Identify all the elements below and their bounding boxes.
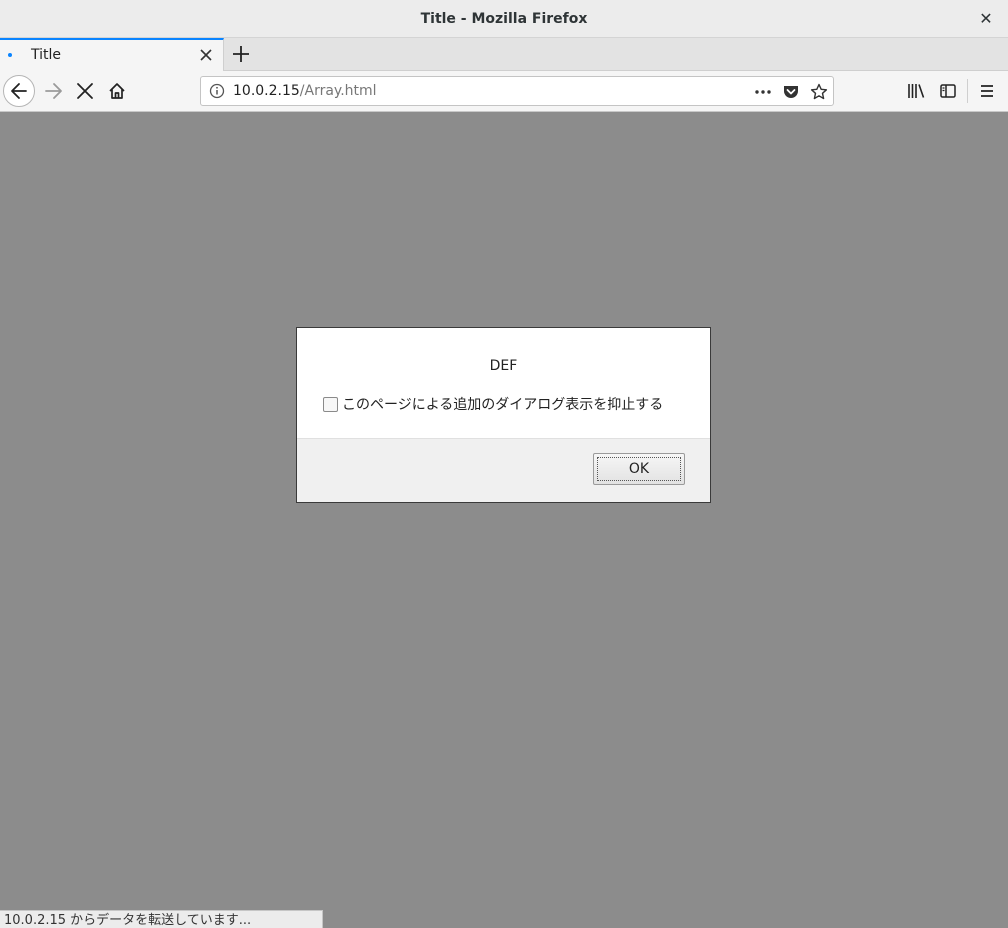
window-close-button[interactable]: ✕ (976, 9, 996, 29)
stop-icon[interactable] (69, 75, 101, 107)
new-tab-icon[interactable] (230, 43, 252, 65)
menu-icon[interactable] (971, 75, 1003, 107)
bookmark-star-icon[interactable] (809, 82, 829, 102)
back-icon[interactable] (3, 75, 35, 107)
tab-strip: Title (0, 38, 1008, 71)
suppress-dialogs-option[interactable]: このページによる追加のダイアログ表示を抑止する (323, 394, 663, 414)
url-host: 10.0.2.15 (233, 83, 300, 99)
navigation-toolbar: 10.0.2.15/Array.html (0, 71, 1008, 112)
window-titlebar: Title - Mozilla Firefox ✕ (0, 0, 1008, 38)
sidebar-icon[interactable] (932, 75, 964, 107)
suppress-dialogs-label[interactable]: このページによる追加のダイアログ表示を抑止する (342, 394, 663, 414)
suppress-dialogs-checkbox[interactable] (323, 396, 338, 412)
library-icon[interactable] (900, 75, 932, 107)
tab-loading-indicator-icon (8, 53, 12, 57)
forward-icon[interactable] (38, 75, 70, 107)
info-icon[interactable] (209, 83, 225, 99)
dialog-footer: OK (297, 438, 710, 502)
home-icon[interactable] (101, 75, 133, 107)
ok-button[interactable]: OK (593, 453, 685, 485)
tab-title[interactable]: Title (0, 38, 224, 71)
status-bar: 10.0.2.15 からデータを転送しています... (0, 910, 323, 928)
page-actions-icon[interactable] (753, 82, 773, 102)
window-title: Title - Mozilla Firefox (420, 11, 588, 27)
page-content-overlay: DEF このページによる追加のダイアログ表示を抑止する OK (0, 112, 1008, 928)
alert-dialog: DEF このページによる追加のダイアログ表示を抑止する OK (296, 327, 711, 503)
url-path: /Array.html (299, 83, 377, 99)
pocket-icon[interactable] (781, 82, 801, 102)
dialog-message: DEF (489, 358, 518, 374)
url-bar[interactable]: 10.0.2.15/Array.html (200, 76, 834, 106)
url-text[interactable]: 10.0.2.15/Array.html (233, 77, 377, 105)
tab-close-icon[interactable] (197, 46, 215, 64)
toolbar-separator (967, 79, 968, 103)
tab-label: Title (31, 47, 62, 63)
